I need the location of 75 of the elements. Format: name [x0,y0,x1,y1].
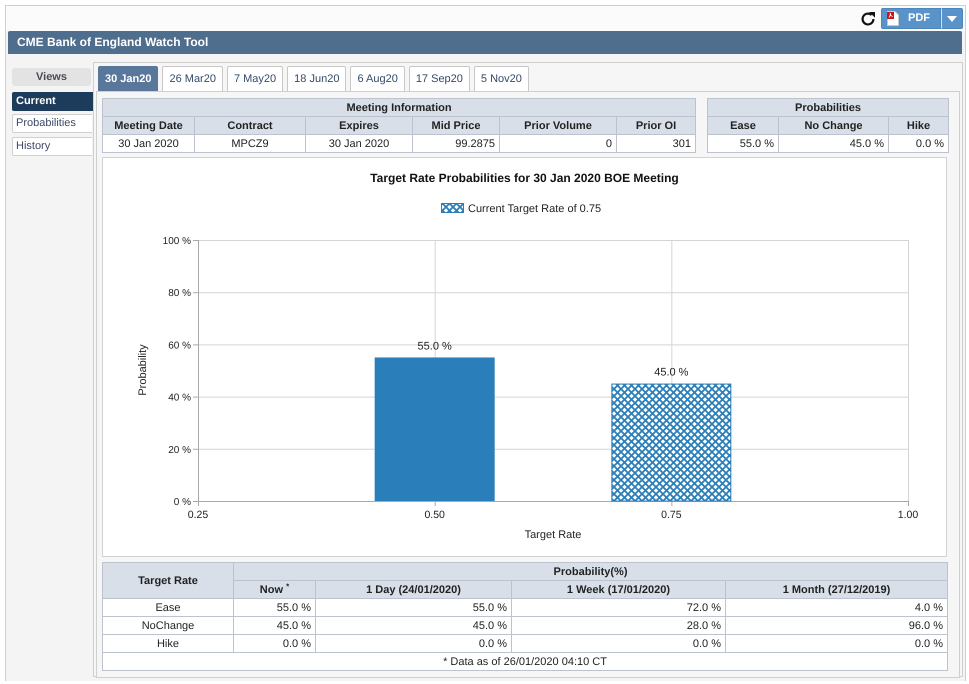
axis-tick-label: 1.00 [898,509,918,521]
column-header: 1 Week (17/01/2020) [512,580,726,598]
axis-tick-label: 0.75 [661,509,682,521]
axis-tick-label: 60 % [168,340,191,352]
axis-tick-label: 100 % [162,236,191,247]
table-cell: 0.0 % [512,634,726,652]
tab[interactable]: 18 Jun20 [287,66,346,91]
footnote: * Data as of 26/01/2020 04:10 CT [102,652,948,670]
table-cell: 4.0 % [726,598,948,616]
table-cell: 30 Jan 2020 [306,134,412,152]
column-header: Probability(%) [234,562,948,580]
bar-value-label: 45.0 % [654,366,688,379]
table-cell: 72.0 % [512,598,726,616]
axis-tick-label: 20 % [168,444,191,456]
axis-tick-label: 40 % [168,392,191,404]
pdf-file-icon [887,11,899,26]
table-cell: 55.0 % [316,598,512,616]
sidebar-item[interactable]: History [12,137,92,156]
table-cell: 0.0 % [316,634,512,652]
row-label: NoChange [102,616,234,634]
tab[interactable]: 17 Sep20 [408,66,470,91]
axis-tick-label: 0.25 [188,509,208,521]
table-title-header: Probabilities [708,98,949,116]
table-title-header: Meeting Information [102,98,696,116]
table-cell: 30 Jan 2020 [102,134,194,152]
axis-title: Target Rate [524,529,582,541]
column-header: Meeting Date [102,116,194,134]
tab[interactable]: 26 Mar20 [162,66,223,91]
legend-label: Current Target Rate of 0.75 [468,203,602,215]
table-cell: 0 [500,134,616,152]
column-header: 1 Month (27/12/2019) [726,580,948,598]
tab[interactable]: 6 Aug20 [350,66,405,91]
caret-icon [947,16,957,22]
table-cell: 55.0 % [234,598,316,616]
refresh-icon[interactable] [860,10,876,26]
table-cell: 45.0 % [234,616,316,634]
table-cell: 28.0 % [512,616,726,634]
column-header: Hike [888,116,949,134]
column-header: Target Rate [102,562,234,598]
bar-value-label: 55.0 % [418,340,452,352]
column-header: Prior OI [616,116,696,134]
column-header: Mid Price [412,116,500,134]
row-label: Hike [102,634,234,652]
app-title-bar: CME Bank of England Watch Tool [8,31,962,54]
column-header: No Change [778,116,889,134]
row-label: Ease [102,598,234,616]
table-cell: 0.0 % [726,634,948,652]
table-cell: 301 [616,134,696,152]
axis-title: Probability [137,344,149,396]
tab[interactable]: 5 Nov20 [474,66,529,91]
dropdown-button[interactable] [941,8,963,29]
table-cell: MPCZ9 [194,134,306,152]
column-header: Ease [708,116,779,134]
axis-tick-label: 0.50 [424,509,445,521]
table-cell: 45.0 % [778,134,889,152]
sidebar-item[interactable]: Current [12,92,93,111]
chart-title: Target Rate Probabilities for 30 Jan 2020 BOE Meeting [370,171,679,185]
tab[interactable]: 30 Jan20 [98,66,158,91]
table-cell: 0.0 % [888,134,949,152]
table-cell: 55.0 % [708,134,779,152]
table-cell: 99.2875 [412,134,500,152]
column-header: Now $^{*}$ [234,580,316,598]
axis-tick-label: 80 % [168,288,191,300]
table-cell: 96.0 % [726,616,948,634]
column-header: Contract [194,116,306,134]
legend-swatch-icon [441,203,464,213]
axis-tick-label: 0 % [174,497,191,508]
table-cell: 45.0 % [316,616,512,634]
tab[interactable]: 7 May20 [226,66,284,91]
column-header: Prior Volume [500,116,616,134]
column-header: Expires [306,116,412,134]
table-cell: 0.0 % [234,634,316,652]
column-header: 1 Day (24/01/2020) [316,580,512,598]
sidebar-item[interactable]: Probabilities [12,114,92,133]
views-header: Views [12,68,91,86]
